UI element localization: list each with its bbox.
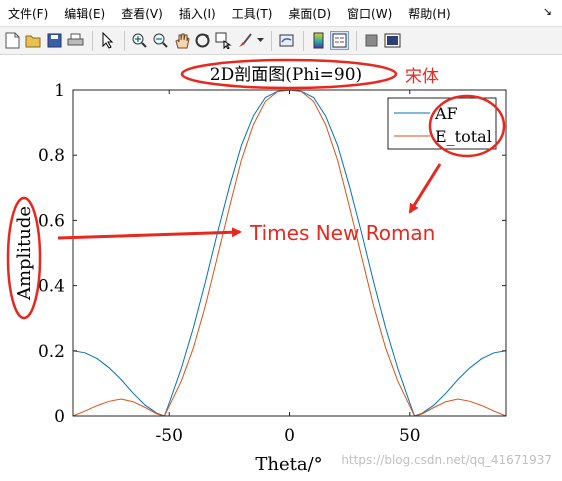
toolbar-separator (271, 30, 272, 51)
brush-icon[interactable] (235, 31, 254, 50)
menu-item-2[interactable]: 查看(V) (113, 5, 171, 22)
legend-icon[interactable] (330, 31, 349, 50)
toolbar-separator (356, 30, 357, 51)
menu-item-5[interactable]: 桌面(D) (280, 5, 339, 22)
toolbar-separator (303, 30, 304, 51)
link-plot-icon[interactable] (277, 31, 296, 50)
y-tick-label: 0.8 (38, 146, 65, 166)
y-tick-label: 0 (54, 407, 65, 427)
pointer-icon[interactable] (98, 31, 117, 50)
menu-item-4[interactable]: 工具(T) (224, 5, 281, 22)
menu-overflow-icon[interactable]: ↘ (543, 5, 552, 18)
y-axis-label: Amplitude (14, 206, 35, 301)
x-tick-label: -50 (156, 426, 183, 446)
print-icon[interactable] (66, 31, 85, 50)
menu-item-7[interactable]: 帮助(H) (400, 5, 458, 22)
x-tick-label: 0 (284, 426, 295, 446)
rotate-3d-icon[interactable] (193, 31, 212, 50)
pan-hand-icon[interactable] (172, 31, 191, 50)
save-icon[interactable] (45, 31, 64, 50)
watermark: https://blog.csdn.net/qq_41671937 (341, 453, 552, 467)
menu-item-0[interactable]: 文件(F) (0, 5, 56, 22)
y-tick-label: 0.6 (38, 211, 65, 231)
data-cursor-icon[interactable] (214, 31, 233, 50)
show-plot-tools-icon[interactable] (383, 31, 402, 50)
dropdown-arrow-icon[interactable] (256, 31, 264, 50)
toolbar-separator (124, 30, 125, 51)
menu-bar: 文件(F) 编辑(E) 查看(V) 插入(I) 工具(T) 桌面(D) 窗口(W) 帮助(H)… (0, 0, 562, 27)
x-tick-label: 50 (399, 426, 421, 446)
figure-canvas: -50 0 50 0 0.2 0.4 0.6 0.8 1 2D剖面图(Phi=90) Theta… (0, 56, 562, 477)
x-axis-label: Theta/° (255, 454, 322, 475)
colorbar-icon[interactable] (309, 31, 328, 50)
new-file-icon[interactable] (3, 31, 22, 50)
chart-title: 2D剖面图(Phi=90) (210, 65, 362, 85)
legend: AF E_total (387, 97, 497, 150)
menu-item-1[interactable]: 编辑(E) (56, 5, 113, 22)
zoom-out-icon[interactable] (151, 31, 170, 50)
hide-plot-tools-icon[interactable] (362, 31, 381, 50)
font-note-times: Times New Roman (249, 221, 435, 245)
legend-label-e-total: E_total (435, 127, 492, 146)
toolbar-separator (92, 30, 93, 51)
y-tick-label: 0.2 (38, 342, 65, 362)
menu-item-6[interactable]: 窗口(W) (339, 5, 400, 22)
menu-item-3[interactable]: 插入(I) (171, 5, 224, 22)
open-folder-icon[interactable] (24, 31, 43, 50)
font-note-songti: 宋体 (405, 67, 439, 87)
y-tick-label: 1 (54, 81, 65, 101)
chart: -50 0 50 0 0.2 0.4 0.6 0.8 1 2D剖面图(Phi=90) Theta… (6, 58, 507, 475)
y-tick-label: 0.4 (38, 277, 65, 297)
figure-toolbar (0, 27, 562, 55)
zoom-in-icon[interactable] (130, 31, 149, 50)
